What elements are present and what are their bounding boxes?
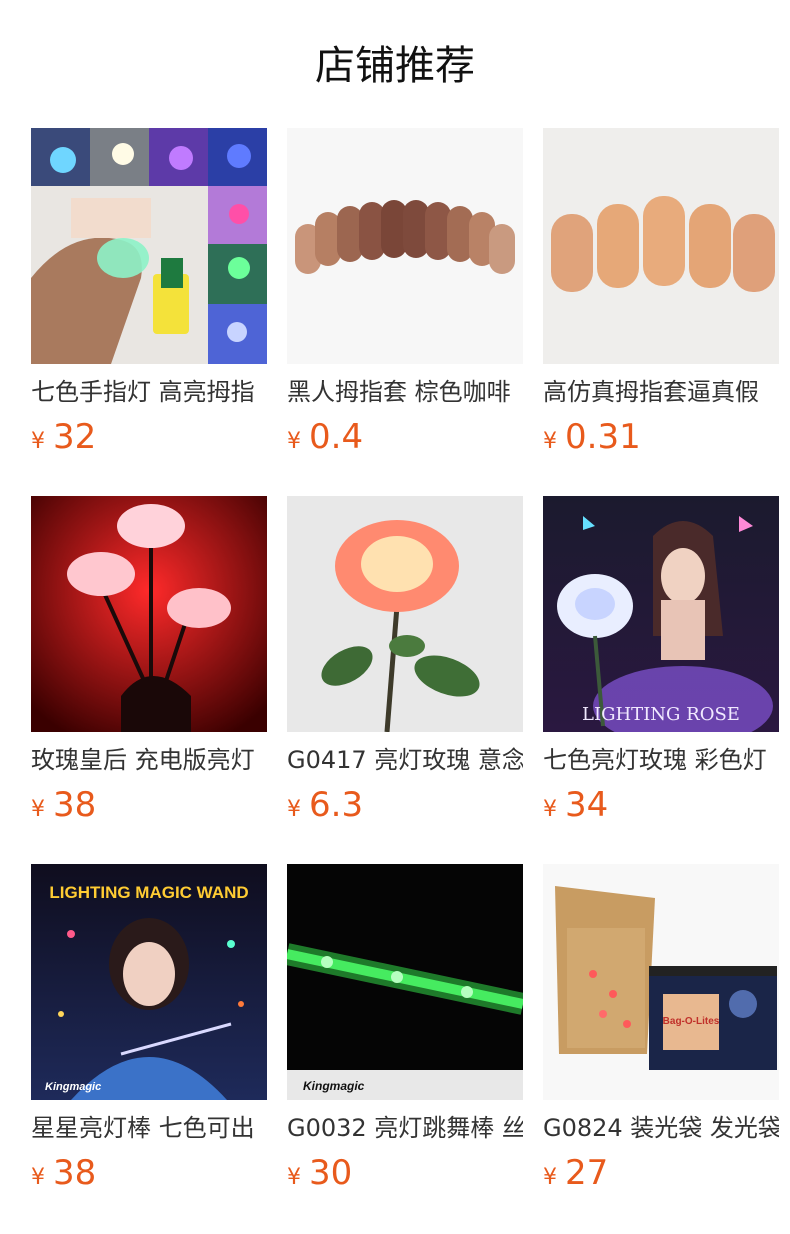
- product-image-lighting-rose[interactable]: [287, 496, 523, 732]
- currency-symbol: ¥: [31, 429, 45, 454]
- product-image-light-bag[interactable]: Bag-O-Lites: [543, 864, 779, 1100]
- price-value: 0.4: [309, 417, 364, 457]
- product-name: 高仿真拇指套逼真假: [543, 378, 759, 406]
- product-card[interactable]: LIGHTING ROSE 七色亮灯玫瑰 彩色灯 ¥ 34: [543, 496, 779, 864]
- poster-text: LIGHTING MAGIC WAND: [49, 883, 248, 902]
- product-image-lighting-rose-poster[interactable]: LIGHTING ROSE: [543, 496, 779, 732]
- brand-logo: Bag-O-Lites: [663, 1016, 720, 1027]
- price-value: 30: [309, 1153, 353, 1193]
- product-image-rose-queen[interactable]: [31, 496, 267, 732]
- price-value: 27: [565, 1153, 609, 1193]
- product-card[interactable]: 黑人拇指套 棕色咖啡 ¥ 0.4: [287, 128, 523, 496]
- product-name: 黑人拇指套 棕色咖啡: [287, 378, 511, 406]
- product-row: 玫瑰皇后 充电版亮灯 ¥ 38 G0417 亮灯玫瑰 意念 ¥ 6.3 LIGH…: [31, 496, 790, 864]
- product-grid: 七色手指灯 高亮拇指 ¥ 32 黑人拇指套 棕色咖啡 ¥ 0.4 高仿真拇指套逼…: [31, 128, 790, 1232]
- product-name: G0417 亮灯玫瑰 意念: [287, 746, 523, 774]
- product-image-realistic-thumb-tips[interactable]: [543, 128, 779, 364]
- product-image-lighting-magic-wand[interactable]: LIGHTING MAGIC WAND Kingmagic: [31, 864, 267, 1100]
- currency-symbol: ¥: [31, 797, 45, 822]
- product-card[interactable]: Kingmagic G0032 亮灯跳舞棒 丝 ¥ 30: [287, 864, 523, 1232]
- currency-symbol: ¥: [287, 429, 301, 454]
- product-card[interactable]: 玫瑰皇后 充电版亮灯 ¥ 38: [31, 496, 267, 864]
- brand-logo: Kingmagic: [303, 1079, 365, 1093]
- product-price: ¥ 32: [31, 417, 267, 462]
- product-name: 七色手指灯 高亮拇指: [31, 378, 255, 406]
- product-image-dancing-light-stick[interactable]: Kingmagic: [287, 864, 523, 1100]
- product-row: 七色手指灯 高亮拇指 ¥ 32 黑人拇指套 棕色咖啡 ¥ 0.4 高仿真拇指套逼…: [31, 128, 790, 496]
- product-name: 玫瑰皇后 充电版亮灯: [31, 746, 255, 774]
- product-card[interactable]: LIGHTING MAGIC WAND Kingmagic 星星亮灯棒 七色可出: [31, 864, 267, 1232]
- currency-symbol: ¥: [543, 429, 557, 454]
- currency-symbol: ¥: [287, 797, 301, 822]
- product-price: ¥ 30: [287, 1153, 523, 1198]
- product-image-finger-light[interactable]: [31, 128, 267, 364]
- product-name: 星星亮灯棒 七色可出: [31, 1114, 255, 1142]
- product-card[interactable]: 高仿真拇指套逼真假 ¥ 0.31: [543, 128, 779, 496]
- product-name: G0824 装光袋 发光袋: [543, 1114, 779, 1142]
- product-price: ¥ 0.31: [543, 417, 779, 462]
- poster-text: LIGHTING ROSE: [582, 704, 740, 725]
- product-name: 七色亮灯玫瑰 彩色灯: [543, 746, 767, 774]
- product-image-brown-thumb-tips[interactable]: [287, 128, 523, 364]
- currency-symbol: ¥: [287, 1165, 301, 1190]
- price-value: 38: [53, 785, 97, 825]
- currency-symbol: ¥: [543, 797, 557, 822]
- product-price: ¥ 38: [31, 785, 267, 830]
- currency-symbol: ¥: [31, 1165, 45, 1190]
- price-value: 0.31: [565, 417, 641, 457]
- product-card[interactable]: Bag-O-Lites G0824 装光袋 发光袋 ¥ 27: [543, 864, 779, 1232]
- product-price: ¥ 34: [543, 785, 779, 830]
- product-card[interactable]: G0417 亮灯玫瑰 意念 ¥ 6.3: [287, 496, 523, 864]
- product-price: ¥ 6.3: [287, 785, 523, 830]
- price-value: 38: [53, 1153, 97, 1193]
- page-title: 店铺推荐: [315, 43, 475, 89]
- product-price: ¥ 27: [543, 1153, 779, 1198]
- product-name: G0032 亮灯跳舞棒 丝: [287, 1114, 523, 1142]
- recommendation-page: 店铺推荐 七色手指灯 高亮拇指 ¥ 32 黑人拇指套 棕色咖啡 ¥ 0.4 高仿…: [0, 0, 790, 1234]
- price-value: 34: [565, 785, 609, 825]
- currency-symbol: ¥: [543, 1165, 557, 1190]
- price-value: 6.3: [309, 785, 364, 825]
- product-price: ¥ 0.4: [287, 417, 523, 462]
- product-price: ¥ 38: [31, 1153, 267, 1198]
- product-card[interactable]: 七色手指灯 高亮拇指 ¥ 32: [31, 128, 267, 496]
- product-row: LIGHTING MAGIC WAND Kingmagic 星星亮灯棒 七色可出: [31, 864, 790, 1232]
- brand-logo: Kingmagic: [45, 1081, 101, 1093]
- price-value: 32: [53, 417, 97, 457]
